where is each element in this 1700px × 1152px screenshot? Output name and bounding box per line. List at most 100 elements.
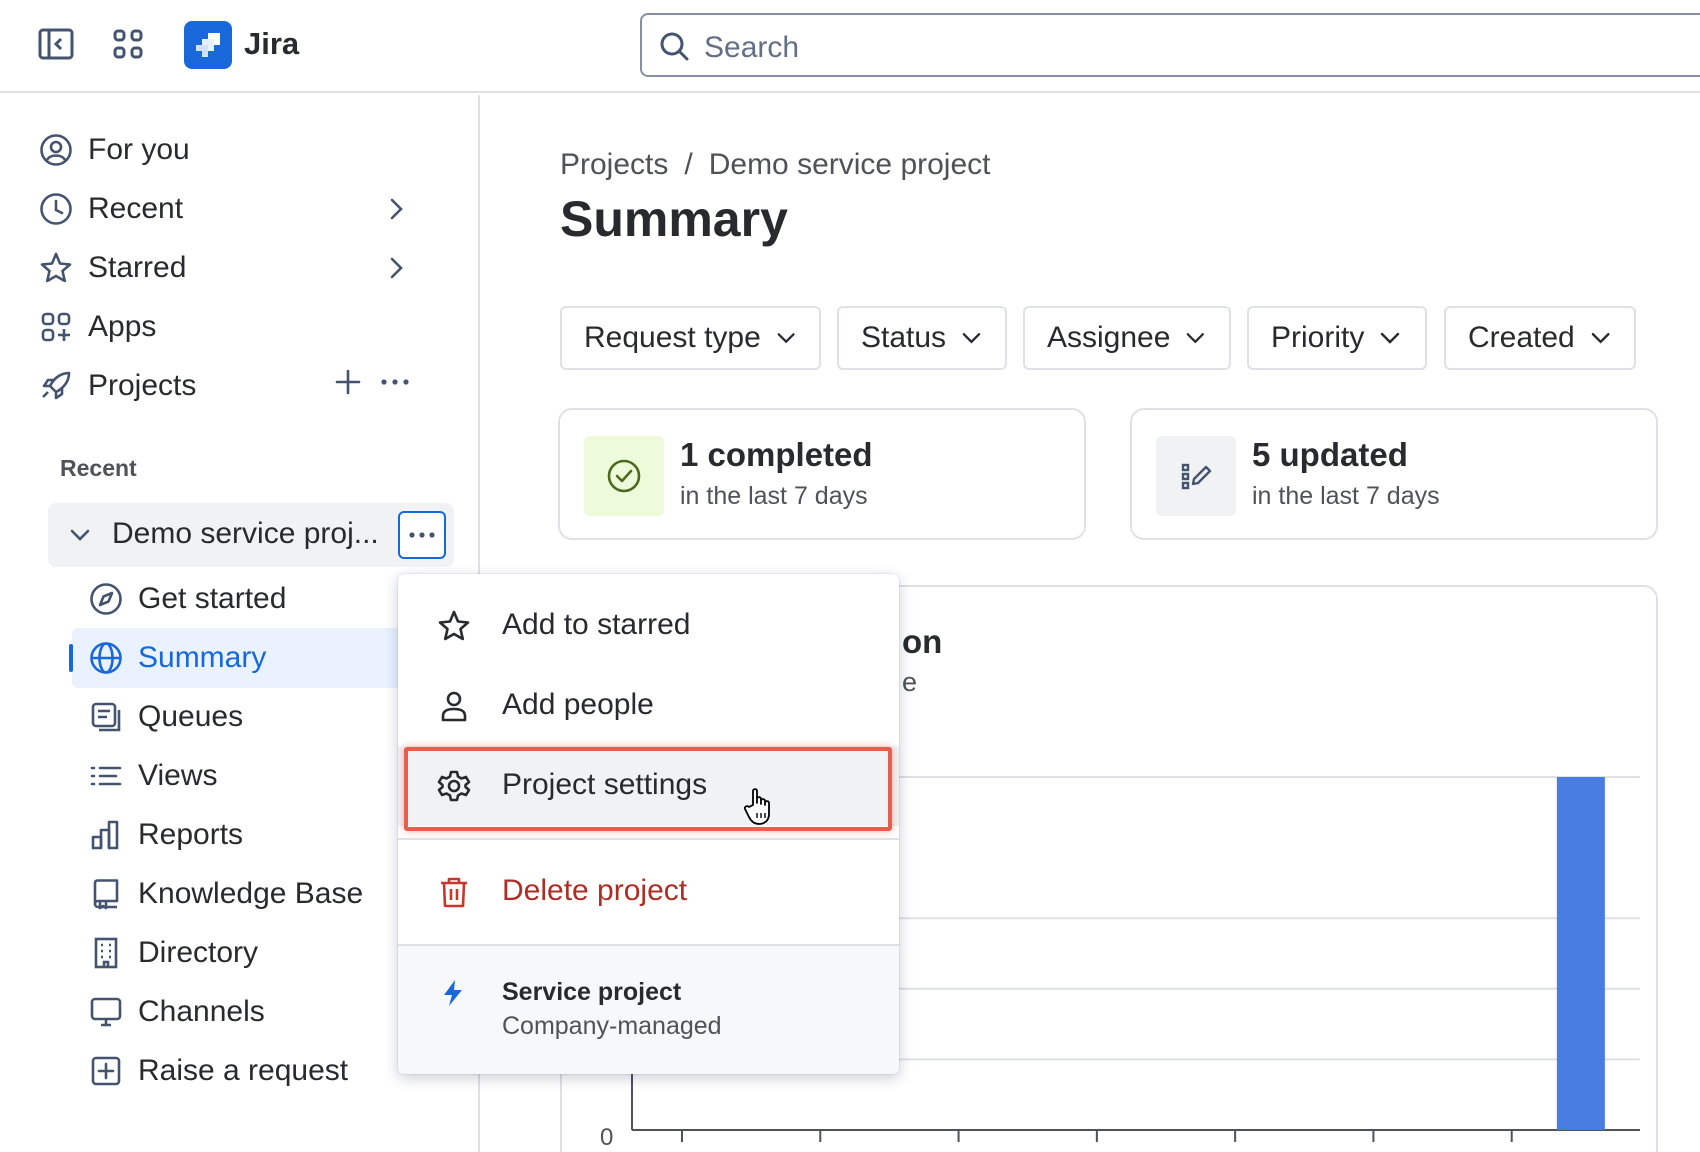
breadcrumb-separator: / (684, 148, 693, 181)
jira-logo-icon[interactable] (184, 21, 232, 69)
filter-label: Status (861, 321, 947, 354)
stat-period: in the last 7 days (1252, 482, 1440, 510)
breadcrumb-projects-link[interactable]: Projects (560, 148, 668, 181)
sidebar-item-raise-request[interactable]: Raise a request (72, 1041, 412, 1101)
building-icon (86, 933, 126, 973)
filter-label: Priority (1271, 321, 1365, 354)
sidebar-item-views[interactable]: Views (72, 746, 412, 806)
app-name[interactable]: Jira (244, 26, 299, 62)
search-placeholder: Search (704, 31, 800, 64)
menu-item-label: Project settings (502, 768, 708, 801)
chevron-down-icon (962, 333, 981, 344)
sidebar-item-label: Views (138, 759, 218, 792)
lightning-icon (438, 978, 468, 1008)
sidebar-item-label: Reports (138, 818, 244, 851)
sidebar-item-projects[interactable]: Projects (36, 358, 450, 414)
sidebar-item-get-started[interactable]: Get started (72, 569, 412, 629)
check-circle-icon (584, 436, 664, 516)
user-circle-icon (36, 130, 76, 170)
menu-item-add-people[interactable]: Add people (398, 666, 899, 746)
filter-label: Request type (584, 321, 761, 354)
project-name: Demo service proj... (112, 517, 379, 550)
filter-status[interactable]: Status (837, 306, 1007, 370)
sidebar-item-label: Recent (88, 192, 184, 225)
menu-divider (398, 838, 899, 840)
edit-list-icon (1156, 436, 1236, 516)
chevron-right-icon[interactable] (382, 195, 410, 223)
stat-card-updated[interactable]: 5 updated in the last 7 days (1130, 408, 1658, 540)
breadcrumb: Projects / Demo service project (560, 148, 990, 182)
filter-label: Created (1468, 321, 1575, 354)
chevron-down-icon (1187, 333, 1205, 344)
menu-item-label: Add people (502, 688, 654, 721)
chevron-down-icon (1591, 332, 1610, 344)
project-type-label: Service project (502, 978, 682, 1006)
apps-icon (36, 307, 76, 347)
add-project-icon[interactable] (334, 368, 362, 396)
sidebar-item-label: Knowledge Base (138, 877, 364, 910)
chevron-down-icon (1381, 332, 1400, 344)
sidebar-item-reports[interactable]: Reports (72, 805, 412, 865)
sidebar-item-knowledge-base[interactable]: Knowledge Base (72, 864, 412, 924)
stat-period: in the last 7 days (680, 482, 868, 510)
trash-icon (434, 872, 474, 912)
sidebar-item-label: Channels (138, 995, 265, 1028)
sidebar-item-for-you[interactable]: For you (36, 122, 450, 178)
app-switcher-icon[interactable] (108, 24, 148, 64)
sidebar-item-label: Raise a request (138, 1054, 349, 1087)
sidebar-item-directory[interactable]: Directory (72, 923, 412, 983)
chevron-down-icon[interactable] (68, 523, 92, 547)
breadcrumb-project-link[interactable]: Demo service project (709, 148, 991, 181)
filter-created[interactable]: Created (1444, 306, 1636, 370)
sidebar-toggle-icon[interactable] (36, 24, 76, 64)
sidebar-item-label: For you (88, 133, 190, 166)
stat-card-completed[interactable]: 1 completed in the last 7 days (558, 408, 1086, 540)
project-more-button[interactable] (398, 511, 446, 559)
sidebar-item-recent[interactable]: Recent (36, 181, 450, 237)
stat-value: 1 completed (680, 436, 873, 473)
filter-priority[interactable]: Priority (1247, 306, 1427, 370)
sidebar-item-apps[interactable]: Apps (36, 299, 450, 355)
page-title: Summary (560, 191, 788, 247)
menu-footer (398, 946, 899, 1074)
sidebar-item-label: Apps (88, 310, 157, 343)
star-icon (434, 606, 474, 646)
chart-bar (1556, 777, 1605, 1130)
active-indicator (69, 644, 73, 672)
search-icon (658, 30, 690, 62)
menu-item-label: Delete project (502, 874, 688, 907)
chevron-right-icon[interactable] (382, 254, 410, 282)
sidebar-item-channels[interactable]: Channels (72, 982, 412, 1042)
filter-assignee[interactable]: Assignee (1023, 306, 1231, 370)
menu-item-add-to-starred[interactable]: Add to starred (398, 586, 899, 666)
sidebar-item-summary[interactable]: Summary (69, 628, 412, 688)
plus-square-icon (86, 1051, 126, 1091)
compass-icon (86, 579, 126, 619)
sidebar-item-starred[interactable]: Starred (36, 240, 450, 296)
bar-chart-icon (86, 815, 126, 855)
project-actions-menu: Add to starred Add people Project settin… (398, 574, 899, 1074)
sidebar-item-label: Projects (88, 369, 197, 402)
sidebar-item-label: Queues (138, 700, 244, 733)
chart-y-tick-label: 0 (600, 1124, 613, 1151)
sidebar-project-demo-service[interactable]: Demo service proj... (48, 503, 454, 567)
section-heading-recent: Recent (60, 455, 137, 481)
project-management-label: Company-managed (502, 1012, 722, 1040)
sidebar-item-label: Summary (138, 641, 267, 674)
search-input[interactable]: Search (640, 13, 1700, 77)
star-icon (36, 248, 76, 288)
globe-icon (86, 638, 126, 678)
menu-item-project-settings[interactable]: Project settings (398, 746, 899, 826)
stat-value: 5 updated (1252, 436, 1408, 473)
monitor-icon (86, 992, 126, 1032)
list-icon (86, 756, 126, 796)
menu-item-label: Add to starred (502, 608, 691, 641)
more-options-icon[interactable] (380, 378, 410, 386)
sidebar-item-label: Directory (138, 936, 259, 969)
filter-request-type[interactable]: Request type (560, 306, 821, 370)
filter-label: Assignee (1047, 321, 1171, 354)
queues-icon (86, 697, 126, 737)
sidebar-item-queues[interactable]: Queues (72, 687, 412, 747)
sidebar-item-label: Starred (88, 251, 187, 284)
menu-item-delete-project[interactable]: Delete project (398, 852, 899, 932)
